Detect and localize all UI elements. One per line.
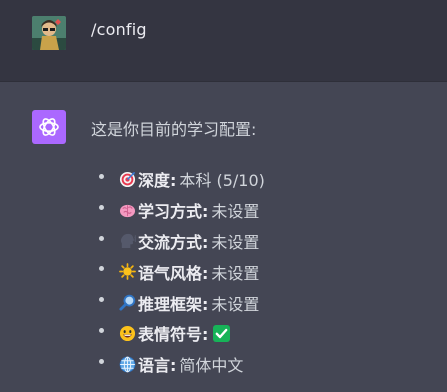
config-value: 未设置 (211, 202, 260, 222)
config-value: 未设置 (211, 232, 260, 252)
config-item-language: 语言: 简体中文 (99, 349, 265, 380)
config-value: 本科 (5/10) (179, 171, 265, 191)
config-label: 语气风格: (138, 263, 209, 283)
config-label: 深度: (138, 171, 177, 191)
config-label: 表情符号: (138, 325, 209, 345)
user-avatar (32, 16, 66, 50)
brain-icon (119, 204, 136, 217)
openai-logo-icon (39, 118, 59, 136)
config-item-emoji: 表情符号: (99, 318, 265, 349)
config-label: 交流方式: (138, 232, 209, 252)
globe-icon (119, 356, 136, 373)
bullet (99, 204, 104, 210)
bullet (99, 235, 104, 241)
speech-head-icon (120, 234, 136, 249)
config-item-communication: 交流方式: 未设置 (99, 226, 265, 257)
bullet (99, 358, 104, 364)
config-value: 未设置 (211, 294, 260, 314)
assistant-message-row: 这是你目前的学习配置: 深度: 本科 (5/10) 学习方式: 未设置 交流方式… (0, 82, 447, 392)
config-label: 推理框架: (138, 294, 209, 314)
sun-icon (119, 263, 136, 281)
magnifier-icon (119, 294, 136, 311)
check-mark-button-icon (213, 324, 231, 342)
config-list: 深度: 本科 (5/10) 学习方式: 未设置 交流方式: 未设置 语气风格: … (99, 164, 265, 380)
config-item-depth: 深度: 本科 (5/10) (99, 164, 265, 195)
config-value: 未设置 (211, 263, 260, 283)
config-item-learning-style: 学习方式: 未设置 (99, 195, 265, 226)
smiley-icon (119, 325, 136, 341)
bullet (99, 266, 104, 272)
config-item-tone-style: 语气风格: 未设置 (99, 256, 265, 287)
config-value: 简体中文 (179, 356, 244, 376)
bullet (99, 174, 104, 179)
bullet (99, 297, 104, 303)
assistant-avatar (32, 110, 66, 144)
assistant-intro-text: 这是你目前的学习配置: (91, 120, 257, 139)
bullet (99, 327, 104, 333)
config-label: 语言: (138, 356, 177, 376)
user-message-row: /config (0, 0, 447, 82)
config-item-reasoning-framework: 推理框架: 未设置 (99, 287, 265, 318)
config-label: 学习方式: (138, 202, 209, 222)
target-icon (119, 171, 136, 187)
user-message-text: /config (91, 20, 147, 39)
user-avatar-image (32, 16, 66, 50)
